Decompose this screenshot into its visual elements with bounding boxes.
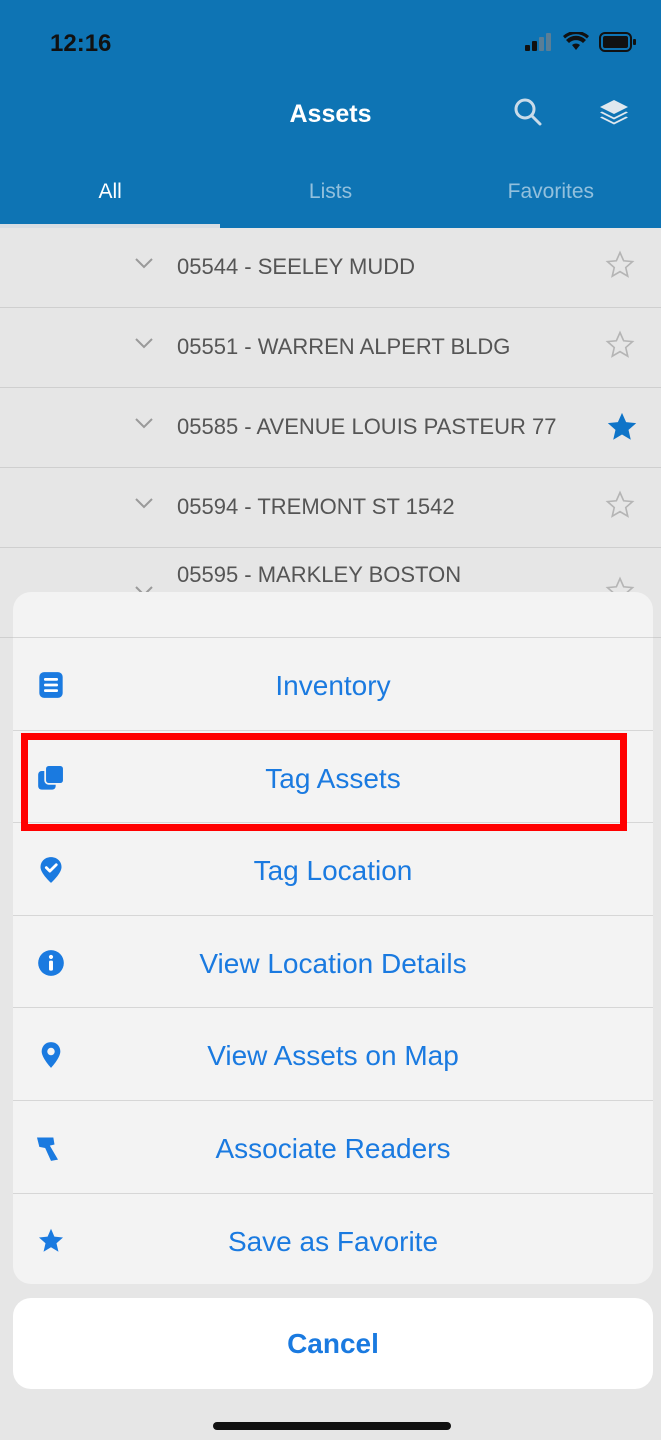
asset-list: 05544 - SEELEY MUDD 05551 - WARREN ALPER… xyxy=(0,228,661,638)
status-time: 12:16 xyxy=(50,30,112,57)
asset-label: 05551 - WARREN ALPERT BLDG xyxy=(177,334,511,359)
action-label: Tag Location xyxy=(253,855,413,887)
action-tag-location[interactable]: Tag Location xyxy=(13,823,653,916)
action-tag-assets[interactable]: Tag Assets xyxy=(13,731,653,824)
action-label: Tag Assets xyxy=(265,762,401,794)
wifi-icon xyxy=(563,32,589,50)
cancel-button[interactable]: Cancel xyxy=(13,1298,653,1389)
tab-favorites[interactable]: Favorites xyxy=(441,170,661,228)
action-sheet-header xyxy=(13,592,653,638)
chevron-down-icon[interactable] xyxy=(134,496,154,510)
chevron-down-icon[interactable] xyxy=(134,336,154,350)
status-icons xyxy=(525,32,637,52)
asset-label: 05585 - AVENUE LOUIS PASTEUR 77 xyxy=(177,414,557,439)
list-item[interactable]: 05544 - SEELEY MUDD xyxy=(0,228,661,308)
star-outline-icon[interactable] xyxy=(605,490,635,520)
page-title: Assets xyxy=(289,100,372,128)
layers-icon[interactable] xyxy=(598,96,630,128)
battery-icon xyxy=(599,32,636,52)
list-item[interactable]: 05551 - WARREN ALPERT BLDG xyxy=(0,308,661,388)
action-label: Associate Readers xyxy=(215,1132,451,1164)
tab-bar: All Lists Favorites xyxy=(0,170,661,228)
action-sheet: Inventory Tag Assets Tag Location View L… xyxy=(13,592,653,1284)
search-icon[interactable] xyxy=(512,96,544,128)
star-filled-icon[interactable] xyxy=(605,410,639,444)
action-save-as-favorite[interactable]: Save as Favorite xyxy=(13,1194,653,1284)
action-label: View Location Details xyxy=(199,947,467,979)
asset-label: 05594 - TREMONT ST 1542 xyxy=(177,494,455,519)
home-indicator xyxy=(213,1422,451,1430)
list-item[interactable]: 05594 - TREMONT ST 1542 xyxy=(0,468,661,548)
action-associate-readers[interactable]: Associate Readers xyxy=(13,1101,653,1194)
list-item[interactable]: 05585 - AVENUE LOUIS PASTEUR 77 xyxy=(0,388,661,468)
tab-lists[interactable]: Lists xyxy=(220,170,440,228)
action-label: Save as Favorite xyxy=(227,1225,439,1257)
signal-icon xyxy=(525,33,551,51)
action-view-assets-on-map[interactable]: View Assets on Map xyxy=(13,1008,653,1101)
asset-label: 05595 - MARKLEY BOSTON xyxy=(177,562,462,587)
chevron-down-icon[interactable] xyxy=(134,416,154,430)
action-view-location-details[interactable]: View Location Details xyxy=(13,916,653,1009)
app-header: 12:16 Assets All Lists Favorites xyxy=(0,0,661,228)
tab-all[interactable]: All xyxy=(0,170,221,228)
chevron-down-icon[interactable] xyxy=(134,256,154,270)
star-outline-icon[interactable] xyxy=(605,330,635,360)
action-label: View Assets on Map xyxy=(207,1040,459,1072)
action-inventory[interactable]: Inventory xyxy=(13,638,653,731)
action-label: Inventory xyxy=(275,670,391,701)
star-outline-icon[interactable] xyxy=(605,250,635,280)
asset-label: 05544 - SEELEY MUDD xyxy=(177,254,416,279)
